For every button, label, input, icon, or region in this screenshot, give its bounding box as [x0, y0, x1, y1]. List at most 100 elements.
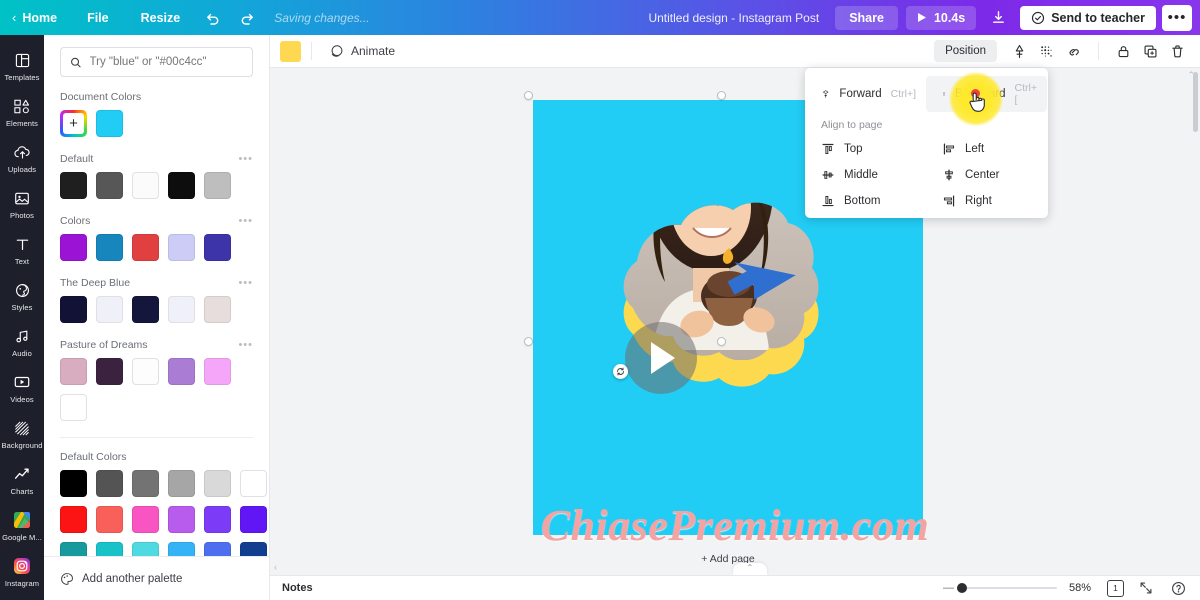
color-search-box[interactable]	[60, 47, 253, 77]
resize-handle-tl[interactable]	[525, 92, 532, 99]
lock-button[interactable]	[1111, 39, 1136, 64]
swatch[interactable]	[132, 358, 159, 385]
design-title[interactable]: Untitled design - Instagram Post	[648, 11, 819, 25]
undo-button[interactable]	[196, 0, 230, 35]
help-button[interactable]	[1168, 578, 1188, 598]
effects-button[interactable]	[1034, 39, 1059, 64]
swatch-document-cyan[interactable]	[96, 110, 123, 137]
swatch[interactable]	[96, 234, 123, 261]
swatch[interactable]	[168, 172, 195, 199]
resize-handle-tr[interactable]	[718, 92, 725, 99]
section-menu-icon[interactable]: •••	[238, 153, 253, 165]
swatch[interactable]	[132, 542, 159, 556]
swatch[interactable]	[60, 234, 87, 261]
delete-button[interactable]	[1165, 39, 1190, 64]
notes-button[interactable]: Notes	[282, 582, 313, 594]
sidebar-item-styles[interactable]: Styles	[0, 273, 44, 319]
sidebar-item-text[interactable]: Text	[0, 227, 44, 273]
zoom-out-icon[interactable]: —	[943, 582, 954, 594]
swatch[interactable]	[168, 470, 195, 497]
selected-color-button[interactable]	[280, 40, 301, 62]
more-options-button[interactable]: •••	[1162, 4, 1192, 31]
transparency-button[interactable]	[1007, 39, 1032, 64]
position-button[interactable]: Position	[934, 40, 997, 62]
scroll-left-arrow[interactable]: ‹	[274, 562, 277, 572]
swatch[interactable]	[60, 358, 87, 385]
sidebar-item-templates[interactable]: Templates	[0, 43, 44, 89]
menu-item-align-bottom[interactable]: Bottom	[805, 188, 926, 214]
swatch[interactable]	[60, 296, 87, 323]
swatch[interactable]	[204, 358, 231, 385]
swatch[interactable]	[240, 470, 267, 497]
color-search-input[interactable]	[89, 56, 243, 68]
sidebar-item-charts[interactable]: Charts	[0, 457, 44, 503]
menu-item-align-middle[interactable]: Middle	[805, 162, 926, 188]
zoom-track[interactable]	[957, 583, 1057, 593]
swatch[interactable]	[240, 506, 267, 533]
menu-item-align-right[interactable]: Right	[926, 188, 1047, 214]
rotate-handle[interactable]	[613, 364, 628, 379]
swatch[interactable]	[60, 172, 87, 199]
vertical-scrollbar[interactable]	[1193, 72, 1198, 132]
swatch[interactable]	[96, 470, 123, 497]
menu-item-forward[interactable]: Forward Ctrl+]	[805, 76, 926, 112]
menu-item-align-top[interactable]: Top	[805, 136, 926, 162]
share-button[interactable]: Share	[835, 5, 898, 30]
swatch[interactable]	[204, 172, 231, 199]
swatch[interactable]	[168, 506, 195, 533]
sidebar-item-google-maps[interactable]: Google M...	[0, 503, 44, 549]
redo-button[interactable]	[230, 0, 264, 35]
home-button[interactable]: ‹ Home	[0, 0, 71, 35]
swatch[interactable]	[96, 358, 123, 385]
download-button[interactable]	[982, 5, 1014, 31]
sidebar-item-uploads[interactable]: Uploads	[0, 135, 44, 181]
sidebar-item-videos[interactable]: Videos	[0, 365, 44, 411]
zoom-slider[interactable]: —	[943, 582, 1057, 594]
swatch[interactable]	[204, 296, 231, 323]
page-count-button[interactable]: 1	[1107, 579, 1124, 597]
sidebar-item-audio[interactable]: Audio	[0, 319, 44, 365]
resize-handle-br[interactable]	[718, 338, 725, 345]
present-button[interactable]: 10.4s	[905, 5, 977, 30]
add-color-button[interactable]: +	[60, 110, 87, 137]
swatch[interactable]	[168, 358, 195, 385]
scroll-up-arrow[interactable]: ⌃	[1187, 70, 1195, 81]
animate-button[interactable]: Animate	[322, 40, 403, 62]
swatch[interactable]	[204, 470, 231, 497]
menu-item-align-left[interactable]: Left	[926, 136, 1047, 162]
sidebar-item-background[interactable]: Background	[0, 411, 44, 457]
resize-handle-bl[interactable]	[525, 338, 532, 345]
swatch[interactable]	[60, 470, 87, 497]
swatch[interactable]	[204, 542, 231, 556]
file-menu[interactable]: File	[71, 0, 125, 35]
sidebar-item-instagram[interactable]: Instagram	[0, 549, 44, 595]
swatch[interactable]	[96, 542, 123, 556]
swatch[interactable]	[240, 542, 267, 556]
swatch[interactable]	[204, 506, 231, 533]
section-menu-icon[interactable]: •••	[238, 215, 253, 227]
add-page-button[interactable]: + Add page	[533, 553, 923, 565]
menu-item-align-center[interactable]: Center	[926, 162, 1047, 188]
swatch[interactable]	[132, 296, 159, 323]
swatch[interactable]	[168, 234, 195, 261]
swatch[interactable]	[132, 234, 159, 261]
swatch[interactable]	[96, 296, 123, 323]
swatch[interactable]	[204, 234, 231, 261]
fullscreen-button[interactable]	[1136, 578, 1156, 598]
sidebar-item-photos[interactable]: Photos	[0, 181, 44, 227]
swatch[interactable]	[168, 542, 195, 556]
swatch[interactable]	[132, 506, 159, 533]
link-button[interactable]	[1061, 39, 1086, 64]
section-menu-icon[interactable]: •••	[238, 277, 253, 289]
swatch[interactable]	[96, 506, 123, 533]
send-to-teacher-button[interactable]: Send to teacher	[1020, 5, 1156, 30]
resize-button[interactable]: Resize	[125, 0, 197, 35]
sidebar-item-elements[interactable]: Elements	[0, 89, 44, 135]
swatch[interactable]	[60, 542, 87, 556]
canvas-workspace[interactable]: + Add page ChiasePremium.com ‹ ⌃	[270, 68, 1200, 575]
swatch[interactable]	[96, 172, 123, 199]
swatch[interactable]	[60, 394, 87, 421]
swatch[interactable]	[132, 470, 159, 497]
section-menu-icon[interactable]: •••	[238, 339, 253, 351]
zoom-knob[interactable]	[957, 583, 967, 593]
